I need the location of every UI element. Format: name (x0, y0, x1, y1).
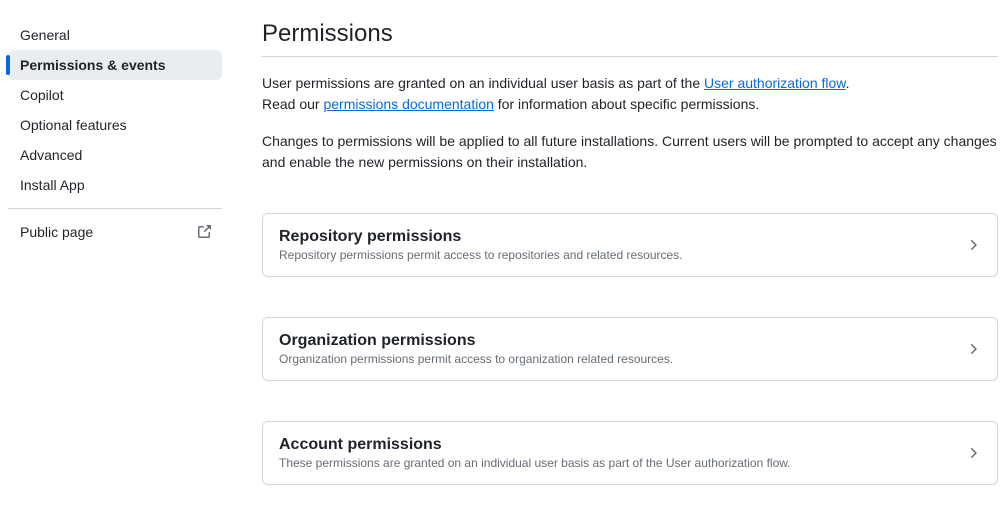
sidebar-item-label: Public page (20, 224, 93, 240)
account-permissions-panel[interactable]: Account permissions These permissions ar… (262, 421, 998, 485)
panel-description: Organization permissions permit access t… (279, 352, 965, 366)
sidebar-item-install-app[interactable]: Install App (8, 170, 222, 200)
intro-text: User permissions are granted on an indiv… (262, 73, 998, 173)
sidebar-item-copilot[interactable]: Copilot (8, 80, 222, 110)
intro-text-part: for information about specific permissio… (494, 96, 759, 112)
sidebar-item-label: Permissions & events (20, 57, 166, 73)
panel-description: These permissions are granted on an indi… (279, 456, 965, 470)
intro-paragraph: Changes to permissions will be applied t… (262, 131, 998, 173)
page-title: Permissions (262, 20, 998, 57)
organization-permissions-panel[interactable]: Organization permissions Organization pe… (262, 317, 998, 381)
sidebar-item-optional-features[interactable]: Optional features (8, 110, 222, 140)
repository-permissions-panel[interactable]: Repository permissions Repository permis… (262, 213, 998, 277)
sidebar-item-permissions-events[interactable]: Permissions & events (8, 50, 222, 80)
intro-text-part: . (846, 75, 850, 91)
sidebar-item-label: Install App (20, 177, 85, 193)
panel-description: Repository permissions permit access to … (279, 248, 965, 262)
panel-text: Organization permissions Organization pe… (279, 332, 965, 366)
chevron-right-icon (965, 445, 981, 461)
panel-text: Account permissions These permissions ar… (279, 436, 965, 470)
sidebar: General Permissions & events Copilot Opt… (8, 20, 238, 519)
sidebar-item-label: Advanced (20, 147, 82, 163)
external-link-icon (196, 224, 212, 240)
sidebar-item-label: Optional features (20, 117, 127, 133)
panel-title: Organization permissions (279, 332, 965, 350)
main-content: Permissions User permissions are granted… (238, 20, 998, 519)
chevron-right-icon (965, 341, 981, 357)
chevron-right-icon (965, 237, 981, 253)
user-authorization-flow-link[interactable]: User authorization flow (704, 75, 846, 91)
panel-title: Account permissions (279, 436, 965, 454)
sidebar-item-label: Copilot (20, 87, 64, 103)
intro-text-part: Read our (262, 96, 323, 112)
sidebar-item-advanced[interactable]: Advanced (8, 140, 222, 170)
intro-text-part: User permissions are granted on an indiv… (262, 75, 704, 91)
sidebar-divider (8, 208, 222, 209)
sidebar-item-general[interactable]: General (8, 20, 222, 50)
panel-title: Repository permissions (279, 228, 965, 246)
panel-text: Repository permissions Repository permis… (279, 228, 965, 262)
permissions-documentation-link[interactable]: permissions documentation (323, 96, 493, 112)
sidebar-item-public-page[interactable]: Public page (8, 217, 222, 247)
sidebar-item-label: General (20, 27, 70, 43)
